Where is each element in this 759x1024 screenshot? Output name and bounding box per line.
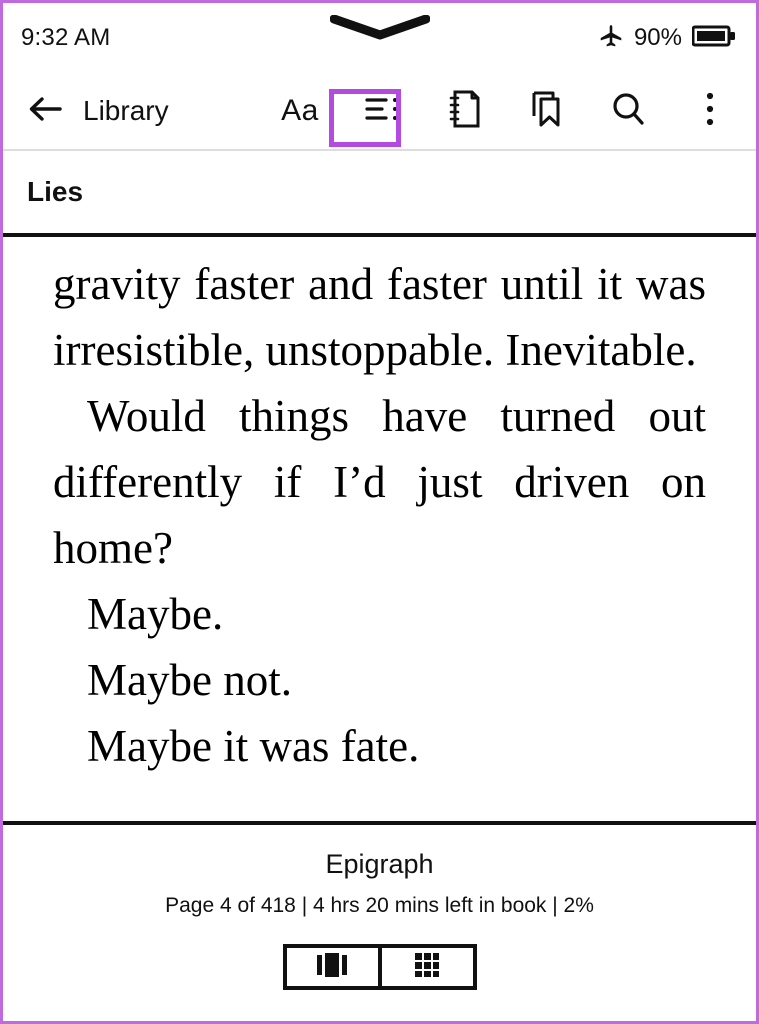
bookmarks-button[interactable]: [518, 84, 574, 138]
book-title-header: Lies: [3, 151, 756, 237]
table-of-contents-button[interactable]: [354, 84, 410, 138]
back-arrow-icon[interactable]: [27, 94, 63, 129]
more-options-button[interactable]: [682, 84, 738, 138]
status-bar: 9:32 AM 90%: [3, 3, 756, 73]
list-icon: [364, 93, 400, 130]
paragraph: Maybe it was fate.: [87, 721, 420, 771]
search-icon: [610, 91, 646, 132]
search-button[interactable]: [600, 84, 656, 138]
notebook-button[interactable]: [436, 84, 492, 138]
reader-toolbar: Library Aa: [3, 73, 756, 151]
book-title: Lies: [27, 176, 84, 207]
grid-view-icon: [414, 952, 440, 983]
reading-progress: Page 4 of 418 | 4 hrs 20 mins left in bo…: [165, 894, 594, 917]
paragraph: gravity faster and faster until it was i…: [53, 259, 706, 375]
chevron-notch-icon: [329, 14, 430, 41]
battery-icon: [691, 24, 736, 53]
airplane-mode-icon: [598, 23, 624, 54]
status-time: 9:32 AM: [21, 24, 111, 51]
font-settings-button[interactable]: Aa: [272, 84, 328, 138]
more-vertical-icon: [704, 91, 716, 132]
paragraph: Would things have turned out differently…: [53, 391, 706, 573]
toolbar-actions: Aa: [272, 84, 738, 138]
view-mode-toggle: [282, 944, 477, 990]
grid-view-button[interactable]: [377, 948, 473, 986]
battery-percent-label: 90%: [633, 24, 682, 51]
status-indicators: 90%: [598, 23, 736, 54]
toolbar-back-group[interactable]: Library: [27, 94, 169, 129]
chapter-name: Epigraph: [325, 849, 434, 879]
paragraph: Maybe.: [87, 589, 224, 639]
paragraph: Maybe not.: [87, 655, 292, 705]
text-size-icon: Aa: [281, 94, 319, 127]
reading-content[interactable]: gravity faster and faster until it was i…: [3, 237, 756, 825]
notebook-icon: [448, 90, 480, 133]
back-label-library[interactable]: Library: [83, 95, 169, 127]
single-page-view-icon: [315, 952, 349, 983]
reader-footer: Epigraph Page 4 of 418 | 4 hrs 20 mins l…: [3, 825, 756, 1013]
ereader-screen: 9:32 AM 90% Library Aa Lies gravity fast…: [0, 0, 759, 1024]
page-view-button[interactable]: [287, 948, 378, 986]
bookmark-icon: [529, 90, 563, 133]
